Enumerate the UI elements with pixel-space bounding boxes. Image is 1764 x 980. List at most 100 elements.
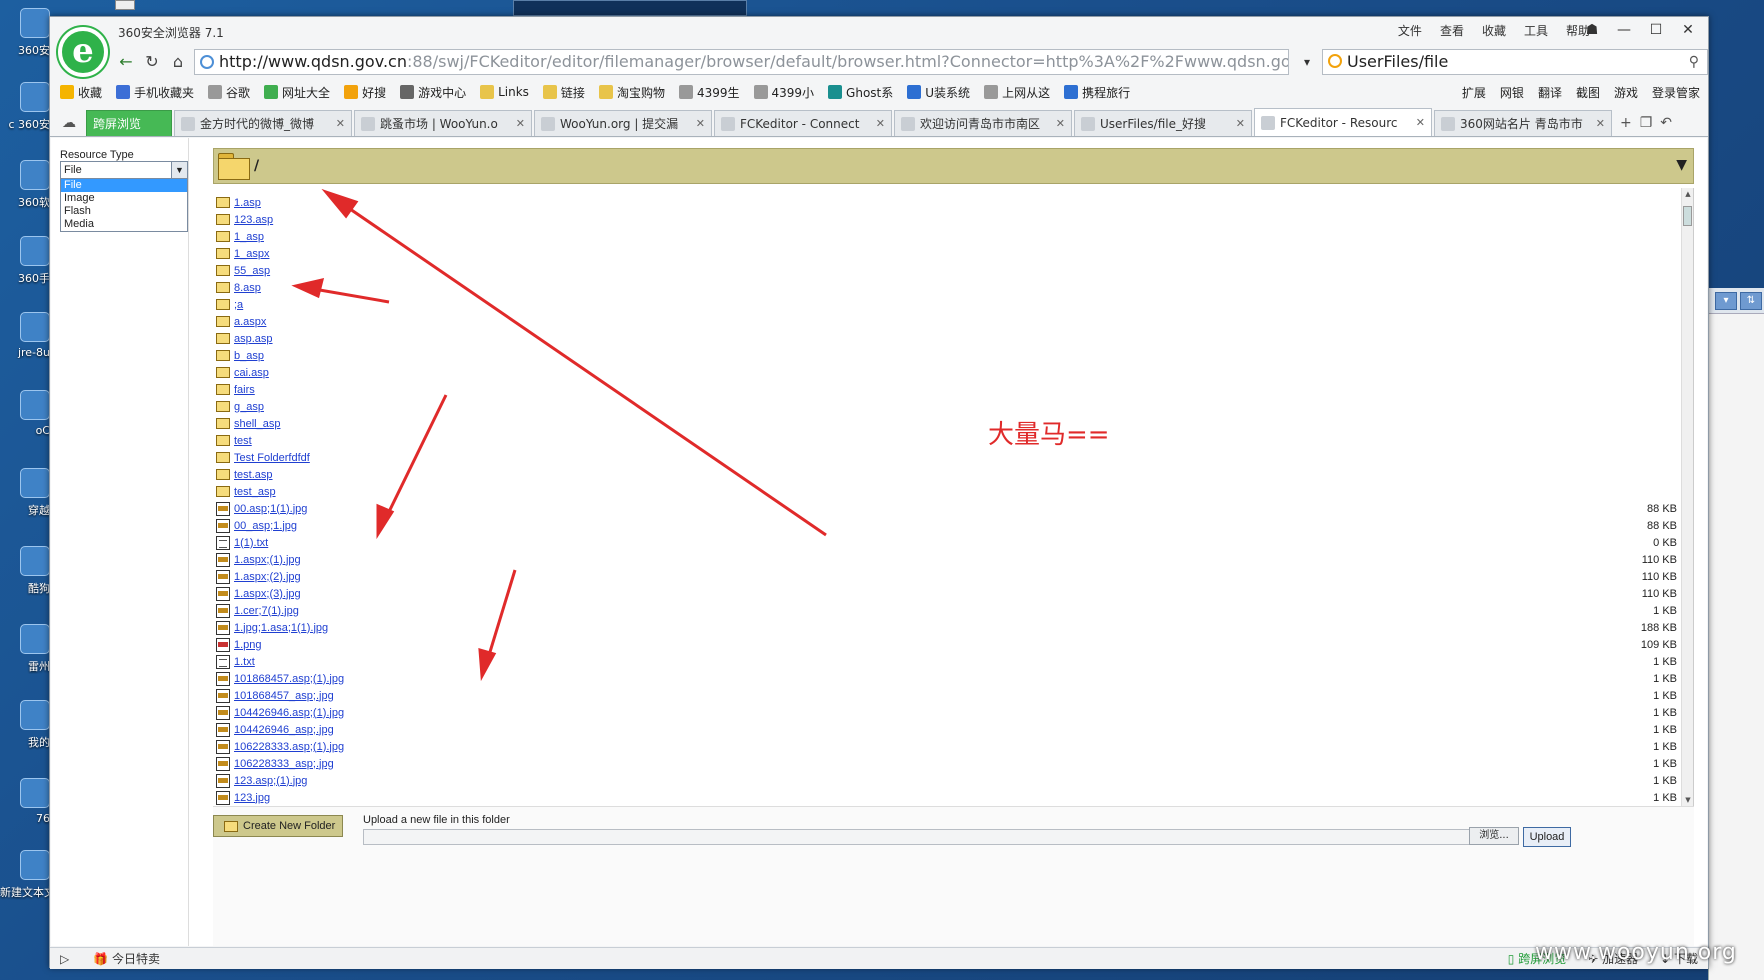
file-name-link[interactable]: cai.asp <box>234 367 269 379</box>
file-name-link[interactable]: 101868457.asp;(1).jpg <box>234 673 344 685</box>
file-name-link[interactable]: test <box>234 435 252 447</box>
file-name-link[interactable]: 123.jpg <box>234 792 270 804</box>
file-row[interactable]: fairs <box>213 381 1693 398</box>
file-name-link[interactable]: 1_aspx <box>234 248 269 260</box>
file-name-link[interactable]: 101868457_asp;.jpg <box>234 690 334 702</box>
desktop-icon[interactable]: 360手 <box>0 236 50 306</box>
tab-close-icon[interactable]: ✕ <box>1056 117 1065 130</box>
back-button[interactable]: ← <box>114 51 138 73</box>
file-row[interactable]: test <box>213 432 1693 449</box>
close-button[interactable]: ✕ <box>1674 19 1702 41</box>
file-name-link[interactable]: 1.png <box>234 639 262 651</box>
file-name-link[interactable]: 1.jpg;1.asa;1(1).jpg <box>234 622 328 634</box>
file-row[interactable]: 123.asp;(1).jpg 1 KB <box>213 772 1693 789</box>
favorite-item[interactable]: 淘宝购物 <box>598 84 665 101</box>
file-name-link[interactable]: 104426946_asp;.jpg <box>234 724 334 736</box>
file-name-link[interactable]: shell_asp <box>234 418 280 430</box>
resource-type-select[interactable]: File ▼ <box>60 161 188 179</box>
resource-type-option[interactable]: Media <box>61 218 187 231</box>
favorite-item[interactable]: 收藏 <box>60 84 102 101</box>
resource-type-option[interactable]: File <box>61 179 187 192</box>
file-row[interactable]: 1.png 109 KB <box>213 636 1693 653</box>
skin-icon[interactable]: ☗ <box>1578 19 1606 41</box>
menu-item[interactable]: 文件 <box>1398 22 1422 39</box>
refresh-button[interactable]: ↻ <box>140 51 164 73</box>
file-name-link[interactable]: 00.asp;1(1).jpg <box>234 503 307 515</box>
toolbar-item[interactable]: 游戏 <box>1614 84 1638 101</box>
search-input[interactable]: UserFiles/file ⚲ <box>1322 49 1708 75</box>
desktop-icon[interactable]: 360软 <box>0 160 50 230</box>
favorite-item[interactable]: 谷歌 <box>208 84 250 101</box>
file-name-link[interactable]: 106228333.asp;(1).jpg <box>234 741 344 753</box>
browser-tab[interactable]: FCKeditor - Connect ✕ <box>714 110 892 136</box>
favorite-item[interactable]: 好搜 <box>344 84 386 101</box>
tool-icon[interactable]: ⇅ <box>1740 292 1762 310</box>
file-name-link[interactable]: 1(1).txt <box>234 537 268 549</box>
file-row[interactable]: a.aspx <box>213 313 1693 330</box>
file-name-link[interactable]: 55_asp <box>234 265 270 277</box>
file-name-link[interactable]: Test Folderfdfdf <box>234 452 310 464</box>
file-name-link[interactable]: 1.asp <box>234 197 261 209</box>
new-tab-button[interactable]: + <box>1620 115 1632 131</box>
resource-type-option[interactable]: Flash <box>61 205 187 218</box>
browse-button[interactable]: 浏览... <box>1469 827 1519 845</box>
file-row[interactable]: 55_asp <box>213 262 1693 279</box>
favorite-item[interactable]: U装系统 <box>907 84 970 101</box>
search-icon[interactable]: ⚲ <box>1689 50 1699 74</box>
file-name-link[interactable]: ;a <box>234 299 243 311</box>
file-name-link[interactable]: test_asp <box>234 486 276 498</box>
desktop-icon[interactable]: 76 <box>0 778 50 848</box>
file-name-link[interactable]: 1_asp <box>234 231 264 243</box>
file-row[interactable]: 1.aspx;(1).jpg 110 KB <box>213 551 1693 568</box>
file-row[interactable]: asp.asp <box>213 330 1693 347</box>
file-row[interactable]: test.asp <box>213 466 1693 483</box>
file-row[interactable]: 1_aspx <box>213 245 1693 262</box>
file-row[interactable]: 123.jpg 1 KB <box>213 789 1693 806</box>
file-row[interactable]: 106228333.asp;(1).jpg 1 KB <box>213 738 1693 755</box>
file-name-link[interactable]: 1.txt <box>234 656 255 668</box>
file-row[interactable]: Test Folderfdfdf <box>213 449 1693 466</box>
file-name-link[interactable]: g_asp <box>234 401 264 413</box>
browser-tab[interactable]: 欢迎访问青岛市市南区 ✕ <box>894 110 1072 136</box>
menu-item[interactable]: 工具 <box>1524 22 1548 39</box>
toolbar-item[interactable]: 网银 <box>1500 84 1524 101</box>
browser-tab[interactable]: 360网站名片 青岛市市 ✕ <box>1434 110 1612 136</box>
browser-tab[interactable]: FCKeditor - Resourc ✕ <box>1254 108 1432 136</box>
file-row[interactable]: 1.cer;7(1).jpg 1 KB <box>213 602 1693 619</box>
create-folder-button[interactable]: Create New Folder <box>213 815 343 837</box>
file-row[interactable]: 1.asp <box>213 194 1693 211</box>
file-row[interactable]: 8.asp <box>213 279 1693 296</box>
desktop-icon[interactable]: 我的 <box>0 700 50 770</box>
background-window-titlebar[interactable] <box>513 0 747 16</box>
desktop-icon[interactable]: 360安 <box>0 8 50 78</box>
desktop-icon[interactable]: 穿越 <box>0 468 50 538</box>
file-row[interactable]: 104426946.asp;(1).jpg 1 KB <box>213 704 1693 721</box>
desktop-icon[interactable]: oC <box>0 390 50 460</box>
desktop-icon[interactable]: 新建文本文 <box>0 850 50 920</box>
file-row[interactable]: 106228333_asp;.jpg 1 KB <box>213 755 1693 772</box>
home-button[interactable]: ⌂ <box>166 51 190 73</box>
resource-type-option[interactable]: Image <box>61 192 187 205</box>
file-row[interactable]: cai.asp <box>213 364 1693 381</box>
file-name-link[interactable]: test.asp <box>234 469 273 481</box>
dropdown-icon[interactable]: ▾ <box>1715 292 1737 310</box>
toolbar-item[interactable]: 翻译 <box>1538 84 1562 101</box>
file-name-link[interactable]: 1.cer;7(1).jpg <box>234 605 299 617</box>
file-row[interactable]: 1.txt 1 KB <box>213 653 1693 670</box>
tab-close-icon[interactable]: ✕ <box>516 117 525 130</box>
favorite-item[interactable]: 携程旅行 <box>1064 84 1130 101</box>
cloud-icon[interactable]: ☁ <box>56 110 82 136</box>
file-row[interactable]: b_asp <box>213 347 1693 364</box>
file-row[interactable]: 00_asp;1.jpg 88 KB <box>213 517 1693 534</box>
scrollbar[interactable]: ▲ ▼ <box>1681 188 1693 806</box>
file-row[interactable]: shell_asp <box>213 415 1693 432</box>
file-name-link[interactable]: a.aspx <box>234 316 266 328</box>
undo-close-icon[interactable]: ↶ <box>1660 115 1672 131</box>
file-row[interactable]: ;a <box>213 296 1693 313</box>
file-name-link[interactable]: 123.asp;(1).jpg <box>234 775 307 787</box>
desktop-icon[interactable]: jre-8u <box>0 312 50 382</box>
file-name-link[interactable]: 1.aspx;(3).jpg <box>234 588 301 600</box>
file-row[interactable]: 00.asp;1(1).jpg 88 KB <box>213 500 1693 517</box>
desktop-icon[interactable]: c 360安 <box>0 82 50 152</box>
menu-item[interactable]: 查看 <box>1440 22 1464 39</box>
